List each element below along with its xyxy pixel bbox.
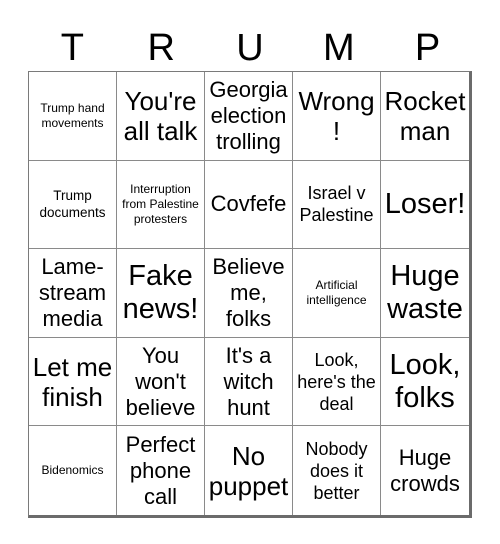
bingo-cell[interactable]: You're all talk (117, 72, 205, 161)
header-letter-t: T (60, 27, 84, 69)
bingo-cell-label: Look, folks (389, 348, 461, 414)
bingo-cell[interactable]: Georgia election trolling (205, 72, 293, 161)
bingo-cell[interactable]: It's a witch hunt (205, 337, 293, 427)
bingo-cell[interactable]: Fake news! (117, 249, 205, 338)
bingo-cell[interactable]: Look, folks (381, 337, 469, 427)
bingo-cell-label: Huge crowds (390, 444, 460, 496)
bingo-cell[interactable]: Trump hand movements (29, 72, 117, 161)
bingo-cell[interactable]: Covfefe (205, 160, 293, 250)
bingo-cell[interactable]: Interruption from Palestine protesters (117, 160, 205, 250)
header-letter-r: R (147, 27, 175, 69)
bingo-cell-label: It's a witch hunt (223, 342, 274, 420)
bingo-cell-label: Perfect phone call (125, 431, 196, 509)
bingo-cell[interactable]: Lame-stream media (29, 249, 117, 338)
bingo-cell-label: Trump documents (39, 188, 106, 221)
header-letter-p: P (414, 27, 441, 69)
bingo-cell-label: Israel v Palestine (299, 183, 374, 226)
bingo-card: T R U M P Trump hand movements You're all… (0, 0, 500, 544)
bingo-cell-label: Fake news! (122, 259, 199, 325)
bingo-cell[interactable]: Let me finish (29, 337, 117, 427)
bingo-cell[interactable]: Nobody does it better (293, 426, 381, 515)
bingo-cell-label: Look, here's the deal (297, 349, 376, 414)
bingo-cell-label: Covfefe (210, 191, 287, 217)
bingo-cell[interactable]: Loser! (381, 160, 469, 250)
bingo-cell-label: You're all talk (123, 85, 198, 146)
header-letter-u: U (236, 27, 264, 69)
bingo-cell[interactable]: Artificial intelligence (293, 249, 381, 338)
bingo-cell[interactable]: Wrong! (293, 72, 381, 161)
bingo-cell[interactable]: Rocket man (381, 72, 469, 161)
bingo-cell[interactable]: Huge waste (381, 249, 469, 338)
bingo-cell-label: Lame-stream media (38, 253, 107, 331)
bingo-cell-label: Believe me, folks (212, 253, 285, 331)
bingo-cell-label: Loser! (384, 187, 466, 220)
bingo-cell-label: No puppet (208, 440, 289, 501)
bingo-cell-label: You won't believe (125, 342, 196, 420)
bingo-cell[interactable]: Believe me, folks (205, 249, 293, 338)
bingo-cell-label: Artificial intelligence (306, 277, 367, 307)
bingo-cell-label: Rocket man (384, 85, 466, 146)
bingo-cell-label: Wrong! (298, 85, 375, 146)
bingo-cell[interactable]: You won't believe (117, 337, 205, 427)
bingo-cell-label: Bidenomics (41, 463, 104, 478)
bingo-cell[interactable]: Huge crowds (381, 426, 469, 515)
bingo-cell-label: Nobody does it better (305, 438, 368, 503)
header-letter-m: M (322, 27, 355, 69)
bingo-cell-label: Huge waste (387, 259, 463, 325)
bingo-cell-label: Interruption from Palestine protesters (122, 181, 199, 226)
bingo-cell[interactable]: Perfect phone call (117, 426, 205, 515)
bingo-cell[interactable]: Israel v Palestine (293, 160, 381, 250)
bingo-cell[interactable]: Bidenomics (29, 426, 117, 515)
bingo-cell[interactable]: Look, here's the deal (293, 337, 381, 427)
bingo-cell-label: Trump hand movements (40, 100, 105, 130)
bingo-grid: Trump hand movements You're all talk Georg… (28, 71, 472, 518)
bingo-header: T R U M P (28, 16, 472, 68)
bingo-cell[interactable]: No puppet (205, 426, 293, 515)
bingo-cell[interactable]: Trump documents (29, 160, 117, 250)
bingo-cell-label: Georgia election trolling (209, 76, 288, 154)
bingo-cell-label: Let me finish (32, 351, 113, 412)
